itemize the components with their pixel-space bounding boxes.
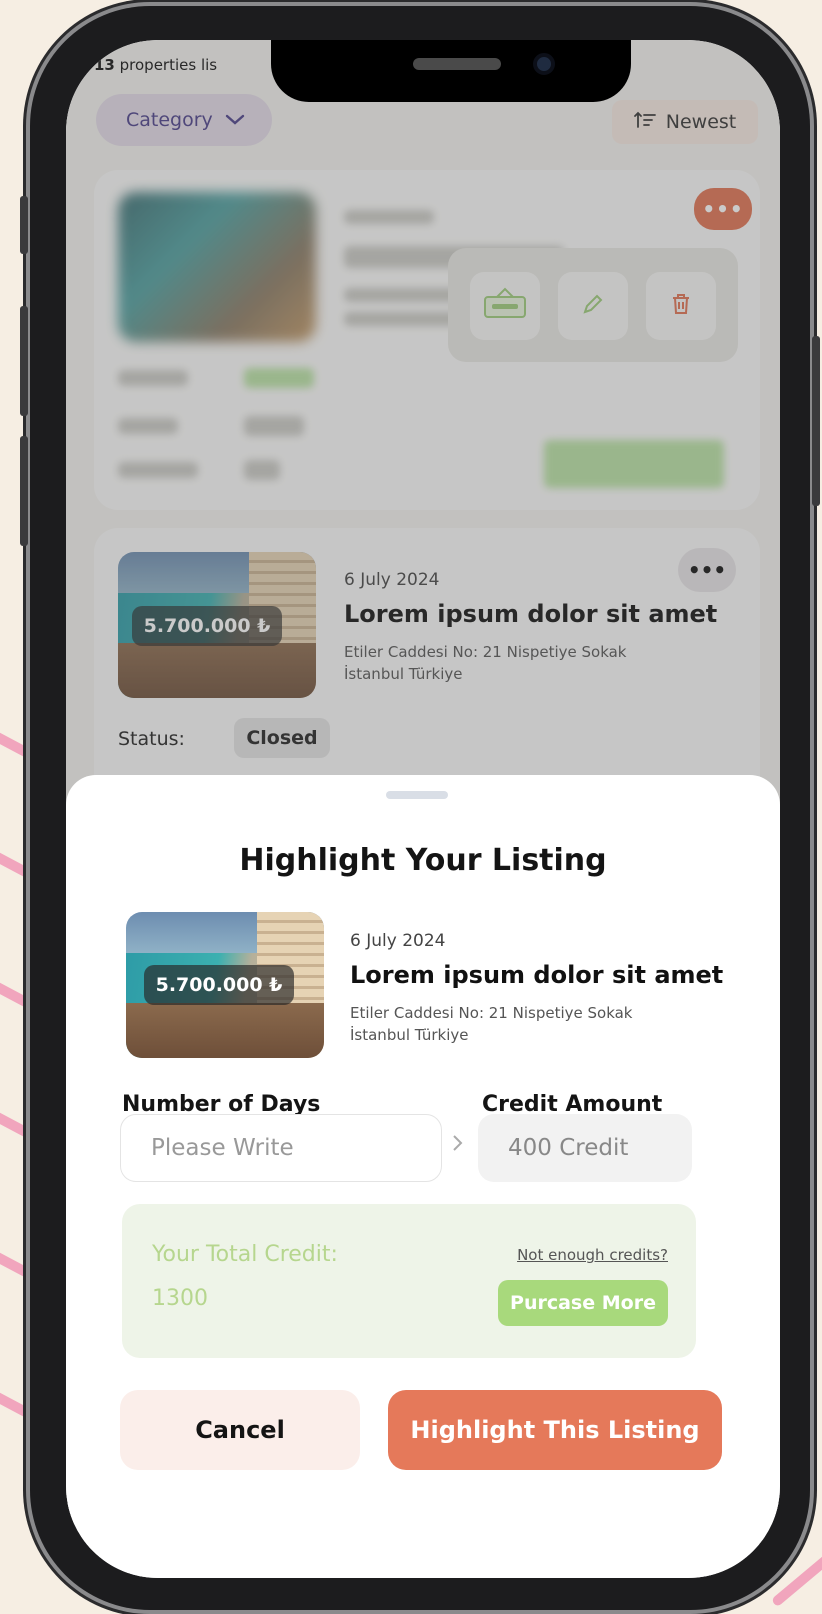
highlight-listing-button[interactable]: Highlight This Listing [388, 1390, 722, 1470]
sheet-form-layer: Number of Days Credit Amount Please Writ… [66, 40, 780, 1578]
total-credit-value: 1300 [152, 1286, 208, 1311]
total-credit-label: Your Total Credit: [152, 1242, 338, 1267]
mute-switch [20, 196, 28, 254]
volume-up-button [20, 306, 28, 416]
purchase-more-button[interactable]: Purcase More [498, 1280, 668, 1326]
front-camera [533, 53, 555, 75]
power-button [812, 336, 820, 506]
phone-frame: 13 properties lis Category Newest ••• 5.… [20, 6, 820, 1610]
cancel-button[interactable]: Cancel [120, 1390, 360, 1470]
credit-amount-field: 400 Credit [478, 1114, 692, 1182]
sheet-form: Number of Days Credit Amount Please Writ… [66, 40, 780, 1578]
chevron-right-icon [452, 1133, 464, 1158]
phone-screen: 13 properties lis Category Newest ••• 5.… [66, 40, 780, 1578]
notch [271, 40, 631, 102]
speaker [413, 58, 501, 70]
volume-down-button [20, 436, 28, 546]
days-input[interactable]: Please Write [120, 1114, 442, 1182]
not-enough-credits-link[interactable]: Not enough credits? [517, 1246, 668, 1264]
total-credit-panel: Your Total Credit: 1300 Not enough credi… [122, 1204, 696, 1358]
